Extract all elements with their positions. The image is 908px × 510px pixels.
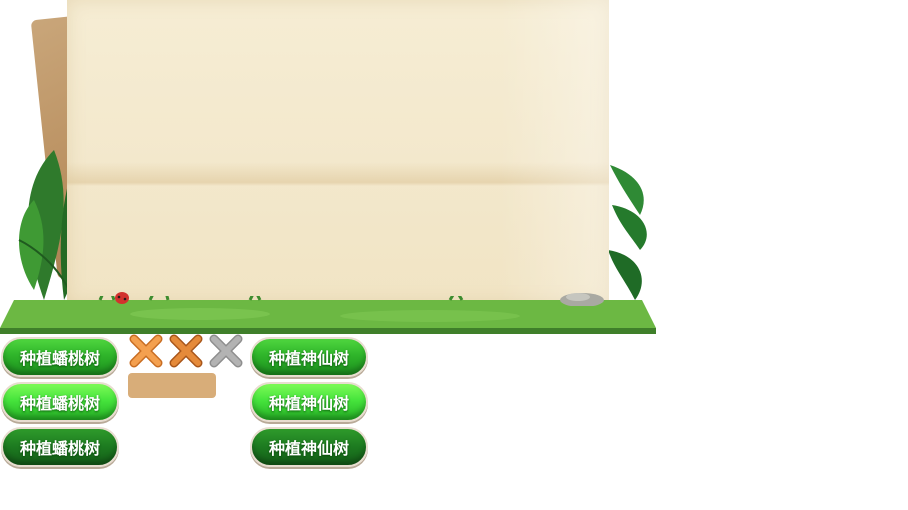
plant-immortal-tree-button-pressed[interactable]: 种植神仙树 — [250, 427, 368, 467]
plant-immortal-tree-button-normal[interactable]: 种植神仙树 — [250, 337, 368, 377]
ladybug-icon — [115, 292, 129, 304]
button-label: 种植蟠桃树 — [19, 439, 100, 458]
tan-bar — [128, 373, 216, 398]
button-label: 种植神仙树 — [268, 394, 349, 413]
button-label: 种植神仙树 — [268, 349, 349, 368]
close-icon[interactable] — [128, 333, 164, 369]
close-icon[interactable] — [168, 333, 204, 369]
close-icon[interactable] — [208, 333, 244, 369]
parchment-sheen — [500, 0, 609, 304]
plant-immortal-tree-button-hover[interactable]: 种植神仙树 — [250, 382, 368, 422]
button-label: 种植神仙树 — [268, 439, 349, 458]
plant-peach-tree-button-pressed[interactable]: 种植蟠桃树 — [1, 427, 119, 467]
panel-background — [0, 0, 660, 340]
plant-peach-tree-button-hover[interactable]: 种植蟠桃树 — [1, 382, 119, 422]
plant-peach-tree-button-normal[interactable]: 种植蟠桃树 — [1, 337, 119, 377]
rock-decoration — [560, 293, 604, 306]
button-label: 种植蟠桃树 — [19, 349, 100, 368]
button-label: 种植蟠桃树 — [19, 394, 100, 413]
